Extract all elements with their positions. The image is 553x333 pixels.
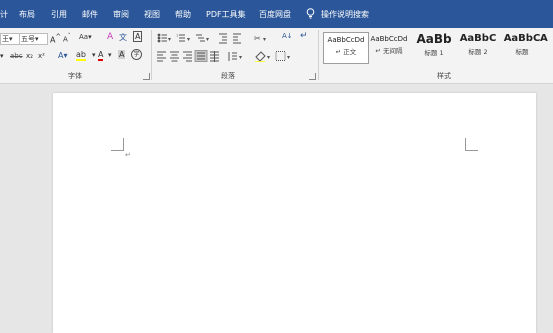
- svg-text:1: 1: [176, 34, 178, 38]
- style-no-spacing-name: ↵ 无间隔: [375, 47, 403, 55]
- document-page[interactable]: ↵: [53, 93, 536, 333]
- lightbulb-icon[interactable]: [306, 8, 315, 19]
- grow-font-button[interactable]: A^: [50, 33, 61, 45]
- highlight-color-button[interactable]: ab: [76, 50, 86, 61]
- change-case-label: Aa: [79, 33, 89, 41]
- character-border-button[interactable]: A: [133, 31, 143, 42]
- styles-group-label: 样式: [437, 72, 451, 80]
- font-color-button[interactable]: A: [98, 50, 104, 61]
- strikethrough-button[interactable]: abc: [10, 52, 23, 60]
- style-heading-1-name: 标题 1: [424, 49, 444, 57]
- ribbon-tab-bar: 计 布局 引用 邮件 审阅 视图 帮助 PDF工具集 百度网盘 操作说明搜索: [0, 0, 553, 28]
- tab-layout[interactable]: 布局: [19, 9, 35, 20]
- paragraph-group-label: 段落: [221, 72, 235, 80]
- font-name-value: 王: [2, 35, 9, 43]
- style-more-sample: A: [540, 33, 548, 44]
- font-size-combo[interactable]: 五号▾: [19, 33, 48, 45]
- superscript-button[interactable]: x²: [38, 52, 45, 60]
- show-marks-button[interactable]: ↵: [300, 31, 308, 41]
- sort-button[interactable]: A↓: [282, 32, 293, 40]
- clear-formatting-button[interactable]: A: [107, 32, 113, 42]
- tell-me-search[interactable]: 操作说明搜索: [321, 9, 369, 20]
- margin-corner-top-right: [465, 138, 478, 151]
- tab-baidu-netdisk[interactable]: 百度网盘: [259, 9, 291, 20]
- phonetic-guide-button[interactable]: 文: [119, 32, 127, 43]
- style-title-name: 标题: [515, 48, 529, 56]
- ribbon-home: 王▾ 五号▾ A^ Aˇ Aa▾ A 文 A ▾ abc x₂ x² A▾ ab…: [0, 28, 553, 84]
- paragraph-dialog-launcher[interactable]: [309, 73, 316, 80]
- style-heading-2[interactable]: AaBbC 标题 2: [456, 32, 500, 62]
- tab-view[interactable]: 视图: [144, 9, 160, 20]
- tab-design[interactable]: 计: [0, 9, 8, 20]
- style-normal-name: ↵ 正文: [335, 48, 357, 56]
- style-no-spacing[interactable]: AaBbCcDd ↵ 无间隔: [367, 32, 411, 62]
- svg-text:▾: ▾: [187, 36, 190, 43]
- group-separator: [151, 30, 152, 80]
- style-heading-1[interactable]: AaBb 标题 1: [412, 32, 456, 62]
- style-title[interactable]: AaBbC 标题: [500, 32, 544, 62]
- style-normal[interactable]: AaBbCcDd ↵ 正文: [323, 32, 369, 64]
- enclose-characters-button[interactable]: 字: [131, 49, 142, 60]
- style-more[interactable]: A: [540, 32, 553, 62]
- text-effects-label: A: [58, 51, 64, 60]
- character-shading-button[interactable]: A: [118, 50, 126, 59]
- svg-text:✂: ✂: [254, 34, 261, 43]
- style-heading-2-name: 标题 2: [468, 48, 488, 56]
- svg-text:▾: ▾: [287, 54, 290, 61]
- tab-references[interactable]: 引用: [51, 9, 67, 20]
- change-case-button[interactable]: Aa▾: [79, 33, 92, 41]
- svg-text:▾: ▾: [206, 36, 209, 43]
- svg-text:▾: ▾: [168, 36, 171, 43]
- margin-corner-top-left: [111, 138, 124, 151]
- text-effects-button[interactable]: A▾: [58, 51, 68, 60]
- tab-help[interactable]: 帮助: [175, 9, 191, 20]
- font-name-combo[interactable]: 王▾: [0, 33, 20, 45]
- shrink-font-button[interactable]: Aˇ: [63, 34, 71, 43]
- paragraph-row2-icons: ▾ ▾ ▾: [157, 50, 290, 62]
- style-normal-sample: AaBbCcDd: [327, 36, 365, 44]
- paragraph-mark: ↵: [125, 151, 131, 159]
- subscript-button[interactable]: x₂: [26, 52, 33, 60]
- font-size-value: 五号: [21, 35, 35, 43]
- style-heading-1-sample: AaBb: [416, 32, 452, 46]
- tab-review[interactable]: 审阅: [113, 9, 129, 20]
- group-separator: [318, 30, 319, 80]
- svg-text:▾: ▾: [239, 54, 242, 61]
- svg-text:▾: ▾: [267, 54, 270, 61]
- tab-pdf-tools[interactable]: PDF工具集: [206, 9, 246, 20]
- style-title-sample: AaBbC: [503, 33, 541, 44]
- style-heading-2-sample: AaBbC: [459, 33, 497, 44]
- svg-text:▾: ▾: [263, 36, 266, 43]
- font-dialog-launcher[interactable]: [143, 73, 150, 80]
- font-group-label: 字体: [68, 72, 82, 80]
- style-no-spacing-sample: AaBbCcDd: [370, 35, 408, 43]
- tab-mailings[interactable]: 邮件: [82, 9, 98, 20]
